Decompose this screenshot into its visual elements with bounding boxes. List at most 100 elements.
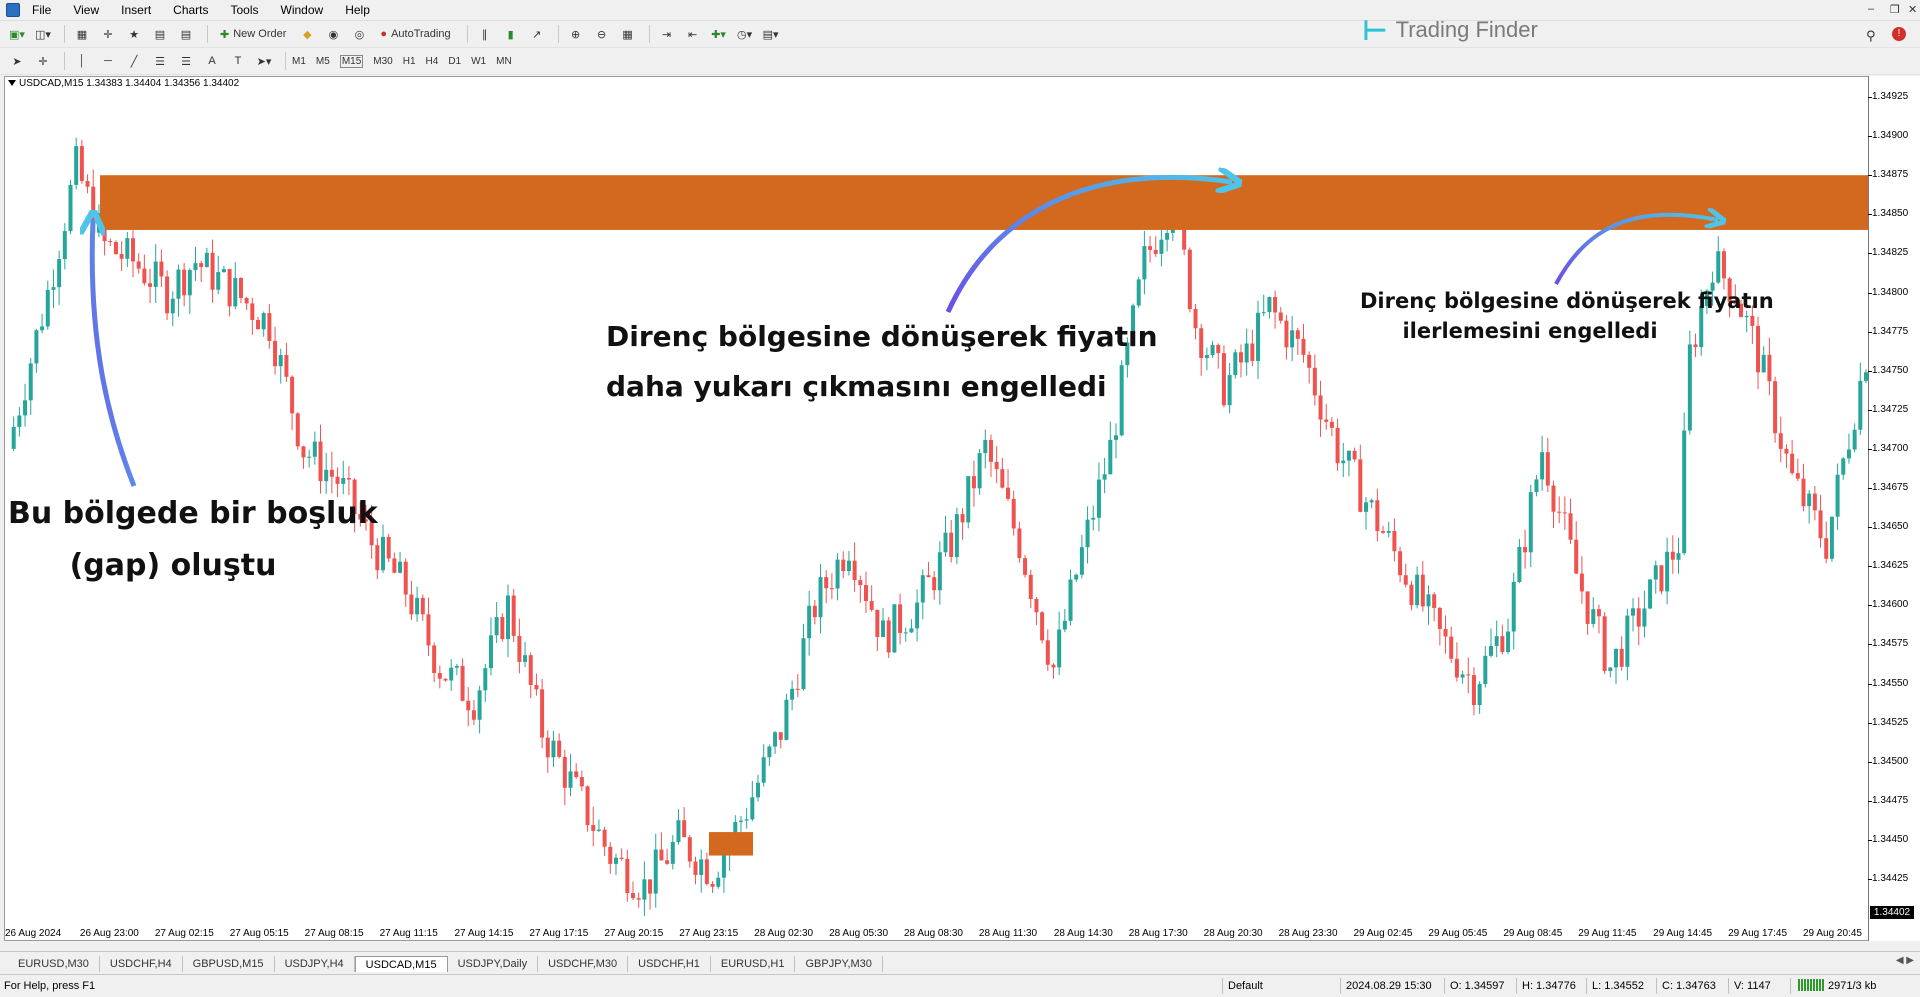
bearish-candle [898,604,903,633]
bullish-candle [1665,551,1670,592]
chart-tab[interactable]: EURUSD,H1 [711,956,796,972]
bullish-candle [1483,655,1488,685]
bullish-candle [1165,232,1170,240]
bearish-candle [1432,594,1437,608]
bearish-candle [1250,343,1255,361]
bearish-candle [665,860,670,864]
bullish-candle [721,854,726,878]
chart-tab[interactable]: GBPJPY,M30 [795,956,883,972]
bullish-candle [170,298,175,314]
bullish-candle [807,605,812,639]
bullish-candle [1517,547,1522,582]
gap-annotation: Bu bölgede bir boşluk (gap) oluştu [8,488,378,592]
resistance-annotation-2: Direnç bölgesine dönüşerek fiyatın ilerl… [1360,286,1774,346]
bearish-candle [238,278,243,298]
bullish-candle [1256,312,1261,361]
bearish-candle [1721,251,1726,279]
bearish-candle [1023,558,1028,575]
bullish-candle [1062,620,1067,630]
bullish-candle [307,456,312,458]
bearish-candle [1449,636,1454,659]
resistance-annotation-1-line-2: daha yukarı çıkmasını engelledi [606,370,1107,403]
bearish-candle [557,740,562,757]
bullish-candle [596,829,601,831]
bullish-candle [1369,500,1374,503]
bullish-candle [1386,531,1391,533]
bullish-candle [125,238,130,259]
bearish-candle [1307,354,1312,368]
bearish-candle [1659,565,1664,592]
bearish-candle [971,476,976,489]
chart-tab[interactable]: USDCHF,H4 [100,956,183,972]
bearish-candle [1801,478,1806,507]
bearish-candle [795,688,800,690]
bearish-candle [437,672,442,679]
bearish-candle [1221,353,1226,406]
bearish-candle [1381,531,1386,533]
bullish-candle [454,665,459,668]
time-label: 28 Aug 02:30 [754,928,814,939]
bearish-candle [1193,308,1198,329]
bullish-candle [1744,315,1749,318]
bullish-candle [449,667,454,681]
bearish-candle [471,710,476,720]
bullish-candle [1244,343,1249,363]
bearish-candle [199,263,204,268]
bearish-candle [869,601,874,610]
bearish-candle [1596,609,1601,617]
resistance-annotation-1-line-1: Direnç bölgesine dönüşerek fiyatın [606,320,1158,353]
status-datetime: 2024.08.29 15:30 [1346,980,1432,992]
time-label: 29 Aug 11:45 [1578,928,1637,939]
bullish-candle [1653,565,1658,580]
resistance-annotation-1: Direnç bölgesine dönüşerek fiyatın daha … [606,312,1158,412]
bullish-candle [45,289,50,327]
bullish-candle [1460,674,1465,678]
chart-tab[interactable]: EURUSD,M30 [8,956,100,972]
bullish-candle [909,628,914,633]
price-label: 1.34625 [1872,560,1909,572]
price-axis[interactable] [1868,76,1920,941]
bullish-candle [1761,354,1766,373]
chart-tab[interactable]: USDJPY,H4 [275,956,355,972]
bearish-candle [875,609,880,637]
bearish-candle [858,580,863,586]
bullish-candle [11,426,16,449]
chart-tab[interactable]: USDCAD,M15 [354,956,448,972]
bearish-candle [500,617,505,640]
bearish-candle [1216,344,1221,354]
bullish-candle [653,849,658,894]
bearish-candle [778,732,783,740]
chart-tab[interactable]: USDCHF,M30 [538,956,629,972]
chart-tab[interactable]: GBPUSD,M15 [183,956,275,972]
bearish-candle [949,532,954,557]
price-label: 1.34500 [1872,755,1909,767]
chart-tab[interactable]: USDJPY,Daily [448,956,539,972]
time-label: 28 Aug 05:30 [829,928,889,939]
bullish-candle [1625,615,1630,667]
bullish-candle [1204,355,1209,359]
bearish-candle [1818,510,1823,539]
price-label: 1.34775 [1872,325,1909,337]
time-label: 29 Aug 20:45 [1803,928,1862,939]
bearish-candle [1579,573,1584,592]
tab-scroll-arrows[interactable]: ◀ ▶ [1896,955,1914,966]
bullish-candle [1096,479,1101,518]
price-label: 1.34875 [1872,169,1909,181]
bearish-candle [119,254,124,259]
bullish-candle [1074,574,1079,580]
bullish-candle [738,820,743,822]
bearish-candle [318,441,323,482]
bearish-candle [1437,607,1442,629]
bearish-candle [1006,487,1011,499]
bearish-candle [284,355,289,377]
bullish-candle [670,842,675,864]
bullish-candle [920,575,925,603]
gap-annotation-line-2: (gap) oluştu [69,548,277,583]
status-profile: Default [1228,980,1263,992]
bullish-candle [1290,330,1295,348]
bearish-candle [704,859,709,884]
bearish-candle [267,313,272,341]
chart-tab[interactable]: USDCHF,H1 [628,956,711,972]
bullish-candle [801,638,806,690]
time-axis[interactable]: 26 Aug 2024 26 Aug 23:00 27 Aug 02:15 27 Au… [4,928,1868,941]
